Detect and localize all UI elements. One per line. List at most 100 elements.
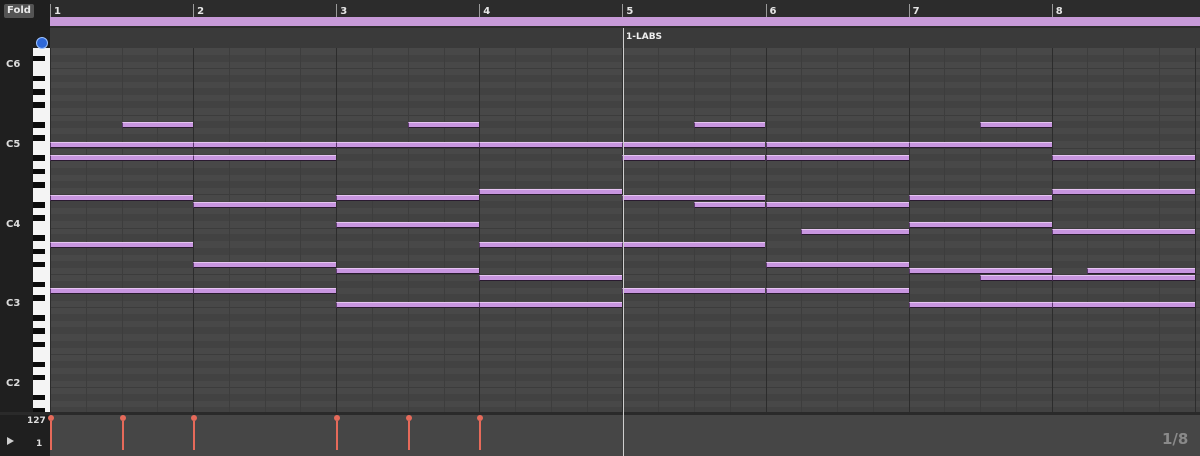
black-key[interactable]	[33, 295, 45, 301]
midi-note[interactable]	[908, 221, 1052, 228]
black-key[interactable]	[33, 155, 45, 162]
midi-note[interactable]	[1051, 275, 1195, 282]
midi-note[interactable]	[1087, 268, 1195, 275]
midi-note[interactable]	[908, 301, 1052, 308]
velocity-handle[interactable]	[405, 415, 412, 421]
black-key[interactable]	[33, 328, 45, 334]
fold-button[interactable]: Fold	[4, 4, 34, 18]
black-key-row	[50, 393, 1200, 401]
midi-note[interactable]	[479, 275, 623, 282]
black-key[interactable]	[33, 394, 45, 401]
midi-note[interactable]	[765, 288, 909, 295]
beat-line	[264, 48, 266, 412]
midi-note[interactable]	[980, 275, 1052, 282]
midi-note[interactable]	[622, 288, 766, 295]
black-key[interactable]	[33, 135, 45, 142]
black-key[interactable]	[33, 261, 45, 268]
black-key[interactable]	[33, 88, 45, 95]
midi-note[interactable]	[908, 142, 1052, 149]
velocity-stem[interactable]	[121, 421, 124, 450]
black-key[interactable]	[33, 374, 45, 381]
velocity-lane[interactable]	[50, 415, 1200, 456]
clip-name: 1-LABS	[626, 32, 663, 42]
clip-loop-bar[interactable]	[50, 17, 1200, 26]
midi-note[interactable]	[622, 155, 766, 162]
midi-note[interactable]	[121, 122, 194, 129]
black-key[interactable]	[33, 55, 45, 62]
black-key[interactable]	[33, 248, 45, 255]
midi-note[interactable]	[50, 195, 194, 202]
black-key[interactable]	[33, 75, 45, 82]
play-icon[interactable]	[7, 437, 14, 445]
velocity-stem[interactable]	[336, 421, 339, 450]
midi-note[interactable]	[479, 142, 623, 149]
black-key[interactable]	[33, 201, 45, 208]
midi-note[interactable]	[50, 241, 194, 248]
beat-line	[1015, 48, 1017, 412]
midi-note[interactable]	[479, 301, 623, 308]
beat-line	[157, 48, 159, 412]
midi-note[interactable]	[407, 122, 480, 129]
midi-note[interactable]	[336, 221, 480, 228]
velocity-stem[interactable]	[193, 421, 196, 450]
midi-note[interactable]	[479, 188, 623, 195]
midi-note[interactable]	[193, 142, 337, 149]
bar-number: 3	[340, 6, 348, 17]
midi-note[interactable]	[50, 142, 194, 149]
velocity-handle[interactable]	[119, 415, 126, 421]
black-key[interactable]	[33, 235, 45, 241]
midi-note[interactable]	[693, 122, 766, 129]
midi-note[interactable]	[193, 288, 337, 295]
beat-line	[693, 48, 695, 412]
midi-note[interactable]	[693, 201, 766, 208]
velocity-stem[interactable]	[407, 421, 410, 450]
black-key[interactable]	[33, 341, 45, 348]
black-key[interactable]	[33, 122, 45, 128]
velocity-stem[interactable]	[50, 421, 52, 450]
midi-note[interactable]	[765, 261, 909, 268]
black-key[interactable]	[33, 281, 45, 288]
midi-note[interactable]	[1051, 155, 1195, 162]
black-key-row	[50, 373, 1200, 381]
black-key[interactable]	[33, 168, 45, 175]
midi-note[interactable]	[908, 268, 1052, 275]
midi-note[interactable]	[1051, 188, 1195, 195]
black-key-row	[50, 294, 1200, 302]
midi-note[interactable]	[336, 301, 480, 308]
midi-note[interactable]	[801, 228, 909, 235]
midi-note[interactable]	[1051, 228, 1195, 235]
octave-label-c2: C2	[6, 378, 21, 389]
midi-note[interactable]	[336, 142, 480, 149]
midi-note[interactable]	[980, 122, 1052, 129]
octave-line	[50, 114, 1200, 116]
bar-tick	[336, 4, 338, 17]
black-key-row	[50, 134, 1200, 142]
midi-note[interactable]	[622, 142, 766, 149]
midi-note[interactable]	[622, 195, 766, 202]
velocity-handle[interactable]	[48, 415, 54, 421]
midi-note[interactable]	[336, 268, 480, 275]
midi-note[interactable]	[622, 241, 766, 248]
black-key[interactable]	[33, 361, 45, 368]
black-key[interactable]	[33, 315, 45, 321]
black-key[interactable]	[33, 102, 45, 108]
midi-note[interactable]	[193, 201, 337, 208]
black-key[interactable]	[33, 215, 45, 221]
loop-start-icon[interactable]	[36, 37, 48, 49]
midi-note[interactable]	[193, 261, 337, 268]
midi-note[interactable]	[50, 155, 194, 162]
midi-note[interactable]	[479, 241, 623, 248]
black-key[interactable]	[33, 182, 45, 188]
midi-note[interactable]	[765, 201, 909, 208]
velocity-stem[interactable]	[479, 421, 482, 450]
midi-note[interactable]	[908, 195, 1052, 202]
octave-line	[50, 353, 1200, 355]
midi-note[interactable]	[765, 142, 909, 149]
midi-note[interactable]	[336, 195, 480, 202]
midi-note[interactable]	[765, 155, 909, 162]
bar-line	[479, 48, 481, 412]
note-grid[interactable]	[50, 48, 1200, 412]
midi-note[interactable]	[50, 288, 194, 295]
midi-note[interactable]	[1051, 301, 1195, 308]
midi-note[interactable]	[193, 155, 337, 162]
